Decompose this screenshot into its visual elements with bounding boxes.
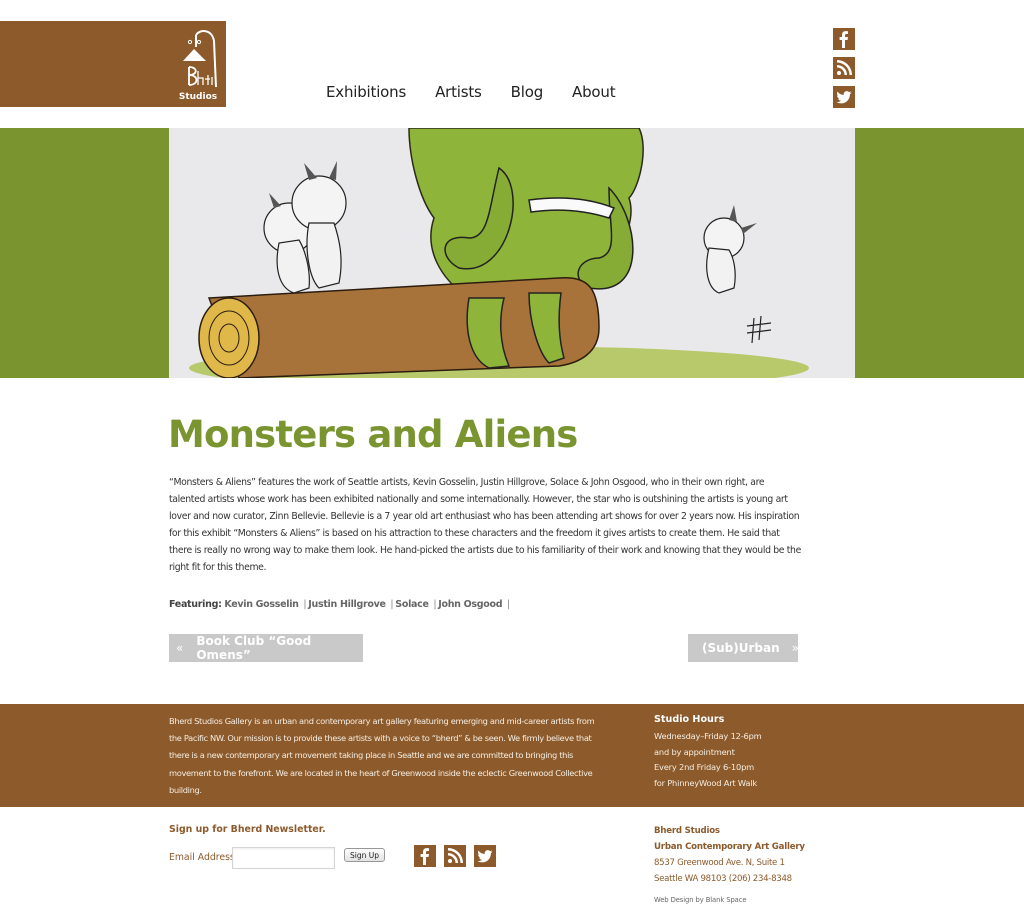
studio-hours: Studio Hours Wednesday–Friday 12-6pm and…: [654, 713, 762, 791]
monster-illustration: [169, 128, 855, 378]
web-design-credit[interactable]: Web Design by Blank Space: [654, 896, 747, 904]
page-title: Monsters and Aliens: [168, 413, 578, 456]
artist-link-justin-hillgrove[interactable]: Justin Hillgrove: [308, 599, 386, 610]
facebook-icon[interactable]: [414, 845, 436, 867]
gallery-address: Bherd Studios Urban Contemporary Art Gal…: [654, 823, 805, 887]
social-links-footer: [414, 845, 496, 867]
next-exhibition-label: (Sub)Urban: [702, 641, 780, 655]
next-exhibition-button[interactable]: (Sub)Urban »: [688, 634, 799, 662]
separator: |: [506, 599, 510, 610]
hero-image: [169, 128, 855, 378]
nav-blog[interactable]: Blog: [511, 83, 544, 101]
twitter-icon[interactable]: [833, 86, 855, 108]
double-chevron-left-icon: «: [176, 641, 184, 655]
article-body: “Monsters & Aliens” features the work of…: [169, 477, 801, 574]
facebook-icon[interactable]: [833, 28, 855, 50]
gallery-description: Bherd Studios Gallery is an urban and co…: [169, 716, 595, 795]
previous-exhibition-button[interactable]: « Book Club “Good Omens”: [169, 634, 363, 662]
logo-icon: Studios: [179, 30, 217, 102]
artist-link-kevin-gosselin[interactable]: Kevin Gosselin: [224, 599, 299, 610]
hours-line: Wednesday–Friday 12-6pm: [654, 731, 762, 741]
sign-up-button[interactable]: Sign Up: [344, 848, 385, 862]
social-links-header: [833, 28, 855, 108]
nav-exhibitions[interactable]: Exhibitions: [326, 83, 406, 101]
rss-icon[interactable]: [444, 845, 466, 867]
featuring-artists: Featuring: Kevin Gosselin | Justin Hillgr…: [169, 599, 512, 610]
featuring-label: Featuring:: [169, 599, 222, 610]
nav-artists[interactable]: Artists: [435, 83, 482, 101]
bherd-studios-logo[interactable]: Studios: [172, 27, 224, 105]
address-tagline: Urban Contemporary Art Gallery: [654, 842, 805, 852]
address-street: 8537 Greenwood Ave. N, Suite 1: [654, 858, 785, 868]
hours-line: Every 2nd Friday 6-10pm: [654, 762, 755, 772]
artist-link-john-osgood[interactable]: John Osgood: [438, 599, 502, 610]
main-nav: Exhibitions Artists Blog About: [326, 83, 644, 101]
hours-line: and by appointment: [654, 746, 735, 757]
nav-about[interactable]: About: [572, 83, 616, 101]
studio-hours-title: Studio Hours: [654, 714, 725, 725]
address-city-phone: Seattle WA 98103 (206) 234-8348: [654, 874, 792, 884]
artist-link-solace[interactable]: Solace: [395, 599, 429, 610]
separator: |: [433, 599, 437, 610]
address-name: Bherd Studios: [654, 826, 720, 836]
newsletter-title: Sign up for Bherd Newsletter.: [169, 824, 326, 835]
double-chevron-right-icon: »: [791, 641, 799, 655]
twitter-icon[interactable]: [474, 845, 496, 867]
separator: |: [303, 599, 307, 610]
hours-line: for PhinneyWood Art Walk: [654, 777, 757, 788]
separator: |: [390, 599, 394, 610]
previous-exhibition-label: Book Club “Good Omens”: [196, 634, 312, 662]
email-label: Email Address: [169, 852, 235, 863]
email-field[interactable]: [232, 847, 335, 869]
svg-text:Studios: Studios: [179, 92, 217, 102]
rss-icon[interactable]: [833, 57, 855, 79]
logo-banner: Studios: [0, 21, 226, 107]
